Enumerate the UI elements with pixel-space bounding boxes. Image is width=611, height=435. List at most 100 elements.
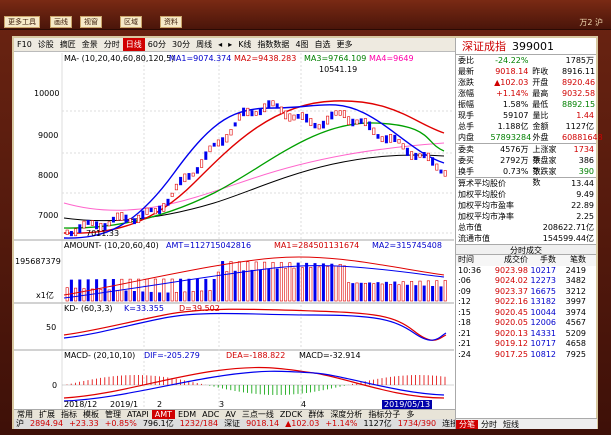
quote-label: 最低 [532, 100, 549, 109]
toolbar-item-5[interactable]: 日线 [122, 38, 145, 51]
valuation-label: 加权平均市净率 [458, 212, 514, 221]
candle [258, 108, 262, 116]
toolbar-item-9[interactable]: ◂ [215, 38, 225, 51]
toolbar-item-1[interactable]: 诊股 [35, 38, 57, 51]
top-button-1[interactable]: 画线 [50, 16, 72, 28]
indicator-tab-12[interactable]: 群体 [305, 410, 327, 419]
quote-table: 委比 -24.22% 1785万 最新 9018.14 昨收 8916.11 涨跌 ▲102.0… [456, 55, 603, 143]
indicator-tab-5[interactable]: ATAPI [124, 410, 152, 419]
toolbar-item-4[interactable]: 分时 [101, 38, 123, 51]
indicator-tab-6[interactable]: AMT [151, 410, 176, 419]
status-item-12: 连接云服务 [442, 419, 455, 428]
candle [326, 115, 330, 125]
candle [389, 134, 393, 143]
volume-bar [250, 269, 254, 302]
status-item-1: 2894.94 [30, 419, 64, 428]
y-tick-10000: 10000 [34, 89, 60, 98]
toolbar-item-14[interactable]: 自选 [312, 38, 334, 51]
volume-bar [410, 281, 414, 302]
subtab-1[interactable]: 分时 [478, 420, 500, 429]
candle [351, 118, 355, 127]
candle [187, 173, 191, 180]
indicator-tab-3[interactable]: 模板 [80, 410, 102, 419]
breadth-row: 换手 0.73% 下跌家数 390 [456, 166, 596, 187]
subtab-0[interactable]: 分笔 [456, 420, 478, 429]
candle [183, 173, 187, 183]
volume-bar [216, 271, 220, 302]
market-breadth-table: 委卖 4576万 上涨家数 1734 委买 2792万 平盘家数 386 换手 0.73% 下跌家数… [456, 144, 596, 187]
toolbar-item-13[interactable]: 4图 [292, 38, 311, 51]
tape-count: 2419 [565, 265, 586, 275]
volume-bar [158, 292, 162, 302]
candle [372, 127, 376, 136]
candle [384, 135, 388, 144]
tape-header-cell: 手数 [540, 255, 556, 264]
toolbar-item-0[interactable]: F10 [14, 38, 35, 51]
quote-value: 1.188亿 [497, 122, 529, 131]
toolbar-item-11[interactable]: K线 [235, 38, 254, 51]
indicator-tab-2[interactable]: 指标 [58, 410, 80, 419]
x-tick-3: 3 [219, 400, 225, 409]
status-item-2: +23.33 [69, 419, 99, 428]
amt-ma1-value: MA1=284501131674 [274, 241, 360, 250]
indicator-tab-13[interactable]: 深度分析 [327, 410, 365, 419]
candle [116, 212, 120, 221]
top-button-4[interactable]: 区域 [120, 16, 142, 28]
kline-chart[interactable]: MA- (10,20,40,60,80,120,5) MA1=9074.374 … [14, 53, 454, 409]
toolbar-item-10[interactable]: ▸ [225, 38, 235, 51]
volume-bar [355, 282, 359, 302]
indicator-tab-16[interactable]: 多 [403, 410, 417, 419]
indicator-tab-11[interactable]: ZDCK [277, 410, 305, 419]
toolbar-item-7[interactable]: 30分 [169, 38, 193, 51]
breadth-value: 2792万 [500, 156, 529, 165]
breadth-value: 386 [578, 156, 595, 165]
indicator-tab-10[interactable]: 三点一线 [239, 410, 277, 419]
toolbar-item-8[interactable]: 周线 [193, 38, 215, 51]
toolbar-item-2[interactable]: 摘匠 [57, 38, 79, 51]
status-item-7: 9018.14 [246, 419, 280, 428]
tape-row: :15 9020.45 10044 3974 [456, 308, 596, 319]
volume-bar [233, 270, 237, 302]
indicator-tab-9[interactable]: AV [222, 410, 238, 419]
candle [418, 153, 422, 158]
volume-bar [237, 261, 241, 302]
tape-price: 9020.13 [494, 328, 528, 338]
quote-value: 59107 [503, 111, 529, 120]
candle [111, 216, 115, 223]
tape-time: :21 [458, 339, 471, 348]
breadth-value: 1734 [573, 145, 595, 154]
tape-list[interactable]: 10:36 9023.98 10217 2419:06 9024.02 12273 3482… [456, 266, 596, 361]
indicator-tab-15[interactable]: 指标分子 [365, 410, 403, 419]
top-button-6[interactable]: 资料 [160, 16, 182, 28]
volume-bar [309, 266, 313, 302]
indicator-tab-0[interactable]: 常用 [14, 410, 36, 419]
candle [347, 116, 351, 126]
volume-bar [376, 282, 380, 302]
candle [435, 163, 439, 171]
indicator-tab-4[interactable]: 管理 [102, 410, 124, 419]
breadth-label: 委卖 [458, 145, 474, 154]
candle [422, 151, 426, 159]
macd-dea-value: DEA=-188.822 [226, 351, 286, 360]
indicator-tab-8[interactable]: ADC [199, 410, 222, 419]
indicator-tab-1[interactable]: 扩展 [36, 410, 58, 419]
tape-price: 9017.25 [494, 349, 528, 359]
top-button-0[interactable]: 更多工具 [4, 16, 40, 28]
candle [342, 110, 346, 118]
volume-bar [200, 290, 204, 302]
status-item-0: 沪 [16, 419, 24, 428]
toolbar-item-6[interactable]: 60分 [145, 38, 169, 51]
quote-value: 8920.46 [562, 78, 596, 87]
subtab-2[interactable]: 短线 [500, 420, 522, 429]
top-button-2[interactable]: 视窗 [80, 16, 102, 28]
candle [158, 205, 162, 214]
x-tick-2: 2 [157, 400, 163, 409]
toolbar-item-12[interactable]: 指数数据 [254, 38, 292, 51]
candle [288, 113, 292, 122]
toolbar-item-15[interactable]: 更多 [334, 38, 356, 51]
toolbar-item-3[interactable]: 金景 [79, 38, 101, 51]
valuation-label: 流通市值 [458, 234, 490, 243]
indicator-tab-7[interactable]: EDM [175, 410, 199, 419]
tape-row: :06 9024.02 12273 3482 [456, 276, 596, 287]
quote-value: 1127亿 [565, 122, 595, 131]
